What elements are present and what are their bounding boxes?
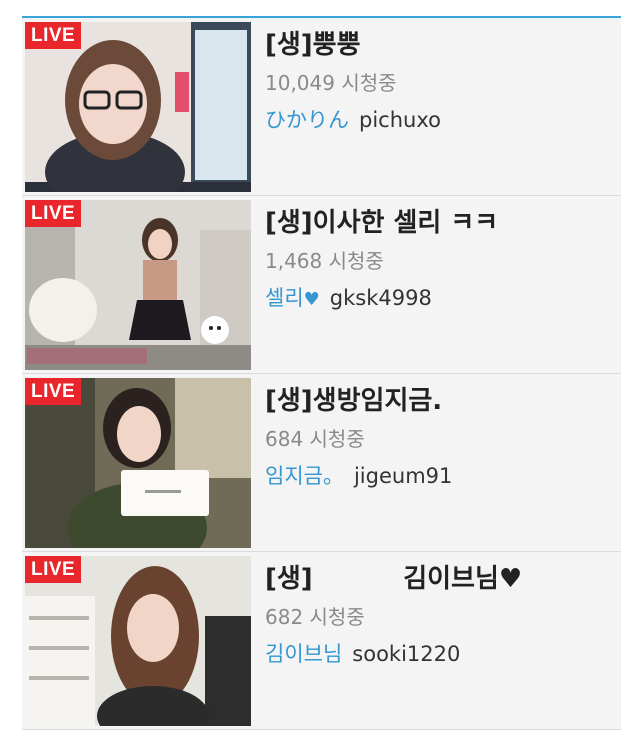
stream-owner: 김이브님 sooki1220 <box>265 640 522 668</box>
stream-info: [생]이사한 셀리 ㅋㅋ 1,468 시청중 셀리♥ gksk4998 <box>251 196 498 373</box>
stream-title[interactable]: [생] 김이브님♥ <box>265 562 522 596</box>
stream-item[interactable]: LIVE [생]생방임지금. 684 시청중 임지금。 jigeum91 <box>22 374 621 552</box>
stream-thumbnail[interactable]: LIVE <box>25 22 251 192</box>
stream-owner: 임지금。 jigeum91 <box>265 462 452 490</box>
stream-item[interactable]: LIVE [생] 김이브님♥ 682 시청중 김이브님 sooki1220 <box>22 552 621 730</box>
stream-title[interactable]: [생]뿡뿡 <box>265 28 441 62</box>
heart-icon: ♥ <box>303 289 320 310</box>
stream-info: [생] 김이브님♥ 682 시청중 김이브님 sooki1220 <box>251 552 522 729</box>
stream-thumbnail[interactable]: LIVE <box>25 200 251 370</box>
viewer-count: 1,468 시청중 <box>265 249 384 273</box>
stream-thumbnail[interactable]: LIVE <box>25 378 251 548</box>
live-stream-list: LIVE [생]뿡뿡 10,049 시청중 ひかりん pichuxo LIVE … <box>22 16 621 730</box>
stream-info: [생]생방임지금. 684 시청중 임지금。 jigeum91 <box>251 374 452 551</box>
live-badge: LIVE <box>25 556 82 583</box>
stream-owner: 셀리♥ gksk4998 <box>265 284 498 314</box>
stream-title[interactable]: [생]생방임지금. <box>265 384 452 418</box>
streamer-nickname[interactable]: ひかりん <box>265 108 349 132</box>
streamer-id[interactable]: jigeum91 <box>354 464 452 488</box>
live-badge: LIVE <box>25 200 82 227</box>
stream-title[interactable]: [생]이사한 셀리 ㅋㅋ <box>265 206 498 240</box>
streamer-nickname[interactable]: 셀리♥ <box>265 286 320 310</box>
stream-item[interactable]: LIVE [생]이사한 셀리 ㅋㅋ 1,468 시청중 셀리♥ gksk4998 <box>22 196 621 374</box>
viewer-count: 684 시청중 <box>265 427 365 451</box>
stream-item[interactable]: LIVE [생]뿡뿡 10,049 시청중 ひかりん pichuxo <box>22 18 621 196</box>
stream-info: [생]뿡뿡 10,049 시청중 ひかりん pichuxo <box>251 18 441 195</box>
streamer-id[interactable]: sooki1220 <box>352 642 460 666</box>
streamer-nickname[interactable]: 임지금。 <box>265 464 344 488</box>
streamer-id[interactable]: pichuxo <box>359 108 441 132</box>
stream-thumbnail[interactable]: LIVE <box>25 556 251 726</box>
stream-owner: ひかりん pichuxo <box>265 106 441 134</box>
streamer-id[interactable]: gksk4998 <box>330 286 432 310</box>
viewer-count: 682 시청중 <box>265 605 365 629</box>
live-badge: LIVE <box>25 22 82 49</box>
streamer-nickname[interactable]: 김이브님 <box>265 642 342 666</box>
viewer-count: 10,049 시청중 <box>265 71 397 95</box>
live-badge: LIVE <box>25 378 82 405</box>
nickname-text: 셀리 <box>265 286 304 310</box>
